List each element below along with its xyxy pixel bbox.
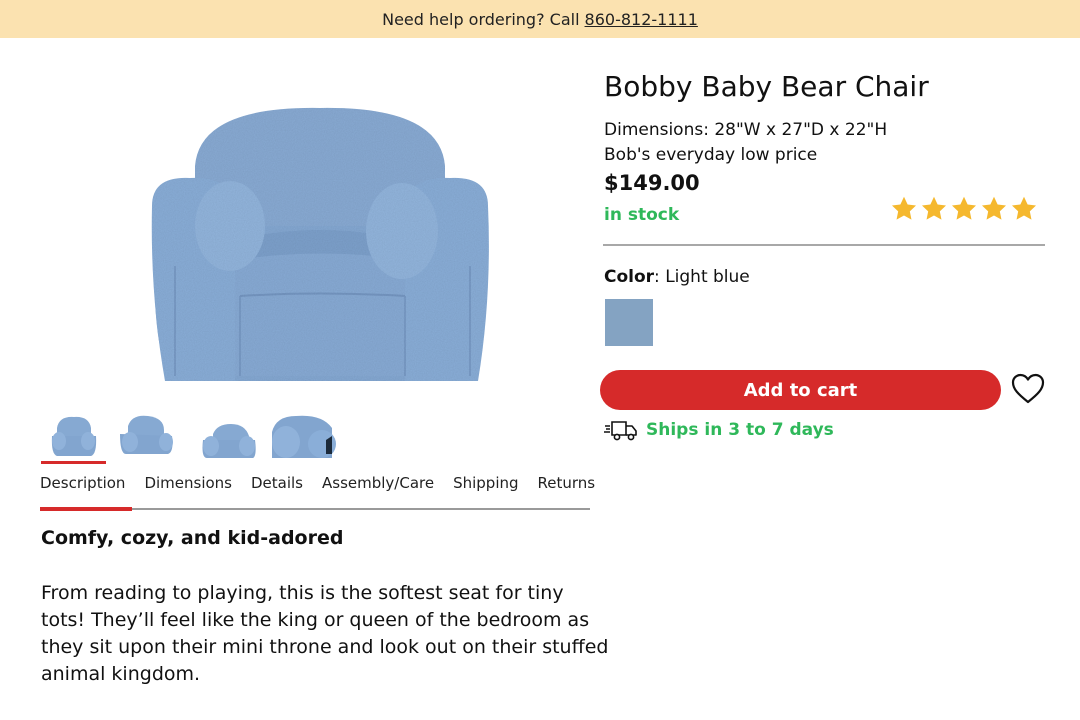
description-body: From reading to playing, this is the sof… (41, 582, 609, 685)
tab-description[interactable]: Description (40, 474, 144, 511)
shipping-info: Ships in 3 to 7 days (604, 418, 834, 442)
product-price: $149.00 (604, 171, 700, 195)
product-title: Bobby Baby Bear Chair (604, 70, 929, 103)
tab-returns[interactable]: Returns (538, 474, 615, 508)
color-value: Light blue (665, 267, 750, 287)
star-icon (951, 196, 977, 220)
star-icon (921, 196, 947, 220)
product-dimensions: Dimensions: 28"W x 27"D x 22"H (604, 120, 888, 140)
star-icon (1011, 196, 1037, 220)
thumbnail-strip (41, 414, 337, 464)
thumbnail-side[interactable] (195, 414, 260, 458)
star-icon (891, 196, 917, 220)
divider (603, 244, 1045, 246)
rating-stars[interactable] (890, 195, 1038, 223)
star-icon (981, 196, 1007, 220)
color-label: Color (604, 267, 655, 287)
tab-details[interactable]: Details (251, 474, 322, 508)
tab-shipping[interactable]: Shipping (453, 474, 537, 508)
description-heading: Comfy, cozy, and kid-adored (41, 527, 344, 549)
color-swatch-light-blue[interactable] (605, 299, 653, 346)
thumbnail-front[interactable] (41, 414, 106, 464)
price-note: Bob's everyday low price (604, 145, 818, 165)
help-banner: Need help ordering? Call 860-812-1111 (0, 0, 1080, 38)
add-to-cart-button[interactable]: Add to cart (600, 370, 1001, 410)
stock-status: in stock (604, 205, 680, 225)
tab-dimensions[interactable]: Dimensions (144, 474, 251, 508)
product-tabs: Description Dimensions Details Assembly/… (40, 474, 595, 511)
phone-link[interactable]: 860-812-1111 (585, 10, 698, 29)
thumbnail-angle[interactable] (118, 414, 183, 458)
thumbnail-closeup[interactable] (272, 414, 337, 458)
delivery-truck-icon (604, 421, 637, 441)
main-product-image (140, 96, 500, 396)
heart-icon[interactable] (1010, 371, 1046, 407)
tab-assembly-care[interactable]: Assembly/Care (322, 474, 453, 508)
shipping-text: Ships in 3 to 7 days (646, 420, 834, 440)
color-selection-label: Color: Light blue (604, 267, 750, 287)
help-text: Need help ordering? Call (382, 9, 580, 29)
